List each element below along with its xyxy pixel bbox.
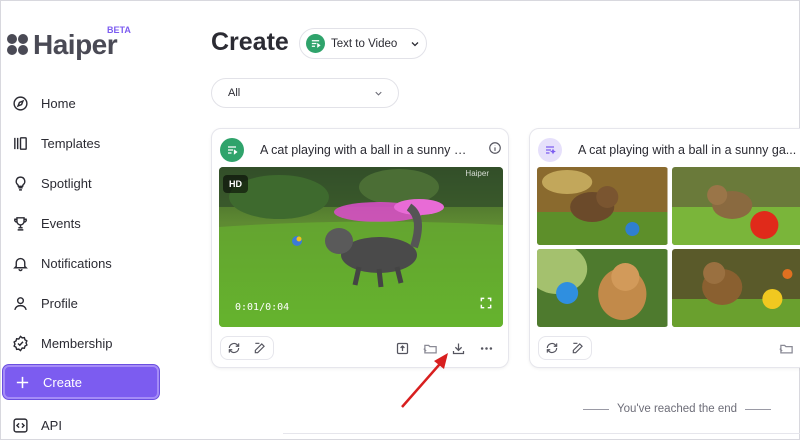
folder-button[interactable] — [772, 337, 800, 359]
sidebar-item-label: Profile — [41, 295, 78, 311]
sidebar-item-home[interactable]: Home — [3, 87, 159, 119]
user-icon — [11, 294, 29, 312]
code-icon — [11, 416, 29, 434]
generated-image[interactable] — [537, 249, 668, 327]
sidebar-item-label: Home — [41, 95, 76, 111]
sidebar-item-events[interactable]: Events — [3, 207, 159, 239]
bell-icon — [11, 254, 29, 272]
generation-card-video[interactable]: A cat playing with a ball in a sunny ga.… — [211, 128, 509, 368]
edit-button[interactable] — [565, 337, 591, 359]
sidebar-item-notifications[interactable]: Notifications — [3, 247, 159, 279]
card-header: A cat playing with a ball in a sunny ga.… — [538, 137, 800, 163]
mode-dropdown[interactable]: Text to Video — [299, 28, 427, 59]
image-grid — [537, 167, 800, 327]
divider — [583, 408, 609, 410]
edit-actions-group — [220, 336, 274, 360]
lightbulb-icon — [11, 174, 29, 192]
text-to-video-icon — [220, 138, 244, 162]
templates-icon — [11, 134, 29, 152]
card-actions — [220, 336, 500, 360]
fullscreen-icon[interactable] — [479, 296, 493, 315]
video-timecode: 0:01/0:04 — [235, 302, 290, 313]
more-options-icon[interactable] — [472, 337, 500, 359]
generation-card-images[interactable]: A cat playing with a ball in a sunny ga.… — [529, 128, 800, 368]
bottom-input-bar[interactable] — [283, 433, 800, 440]
plus-icon — [13, 373, 31, 391]
annotation-arrow — [401, 353, 448, 408]
prompt-text: A cat playing with a ball in a sunny ga.… — [260, 143, 472, 157]
logo-text: Haiper — [33, 29, 118, 60]
divider — [745, 408, 772, 410]
info-icon[interactable] — [488, 141, 502, 160]
sidebar-item-label: Templates — [41, 135, 101, 151]
video-player[interactable]: HD Haiper 0:01/0:04 — [219, 167, 503, 327]
trophy-icon — [11, 214, 29, 232]
card-actions — [538, 336, 800, 360]
mode-label: Text to Video — [331, 37, 398, 50]
sidebar-item-label: API — [41, 417, 62, 433]
sidebar-item-label: Membership — [41, 335, 113, 351]
sidebar-item-label: Events — [41, 215, 81, 231]
card-header: A cat playing with a ball in a sunny ga.… — [220, 137, 502, 163]
generated-image[interactable] — [671, 167, 800, 245]
generated-image[interactable] — [671, 249, 800, 327]
page-title: Create — [211, 28, 289, 56]
sidebar: Haiper BETA Home Templates Spotlight Eve… — [1, 1, 171, 440]
text-to-video-icon — [306, 34, 325, 53]
generated-image[interactable] — [537, 167, 668, 245]
badge-check-icon — [11, 334, 29, 352]
filter-dropdown[interactable]: All — [211, 78, 399, 108]
sidebar-item-spotlight[interactable]: Spotlight — [3, 167, 159, 199]
text-to-image-icon — [538, 138, 562, 162]
compass-icon — [11, 94, 29, 112]
sidebar-item-label: Spotlight — [41, 175, 92, 191]
filter-selected-value: All — [228, 87, 241, 99]
hd-badge: HD — [223, 175, 248, 193]
sidebar-item-label: Create — [43, 374, 83, 390]
regenerate-button[interactable] — [221, 337, 247, 359]
watermark-text: Haiper — [465, 169, 489, 178]
sidebar-item-profile[interactable]: Profile — [3, 287, 159, 319]
prompt-text: A cat playing with a ball in a sunny ga.… — [578, 143, 797, 157]
edit-actions-group — [538, 336, 592, 360]
end-of-feed-text: You've reached the end — [617, 403, 738, 415]
sidebar-item-create[interactable]: Create — [3, 365, 159, 399]
end-of-feed: You've reached the end — [583, 403, 772, 415]
edit-button[interactable] — [247, 337, 273, 359]
beta-badge: BETA — [107, 25, 131, 35]
haiper-logo[interactable]: Haiper BETA — [7, 25, 131, 61]
sidebar-item-membership[interactable]: Membership — [3, 327, 159, 359]
haiper-logo-icon — [7, 34, 29, 56]
sidebar-item-label: Notifications — [41, 255, 112, 271]
regenerate-button[interactable] — [539, 337, 565, 359]
chevron-down-icon — [409, 38, 421, 50]
chevron-down-icon — [373, 88, 384, 102]
sidebar-item-templates[interactable]: Templates — [3, 127, 159, 159]
sidebar-item-api[interactable]: API — [3, 409, 159, 440]
